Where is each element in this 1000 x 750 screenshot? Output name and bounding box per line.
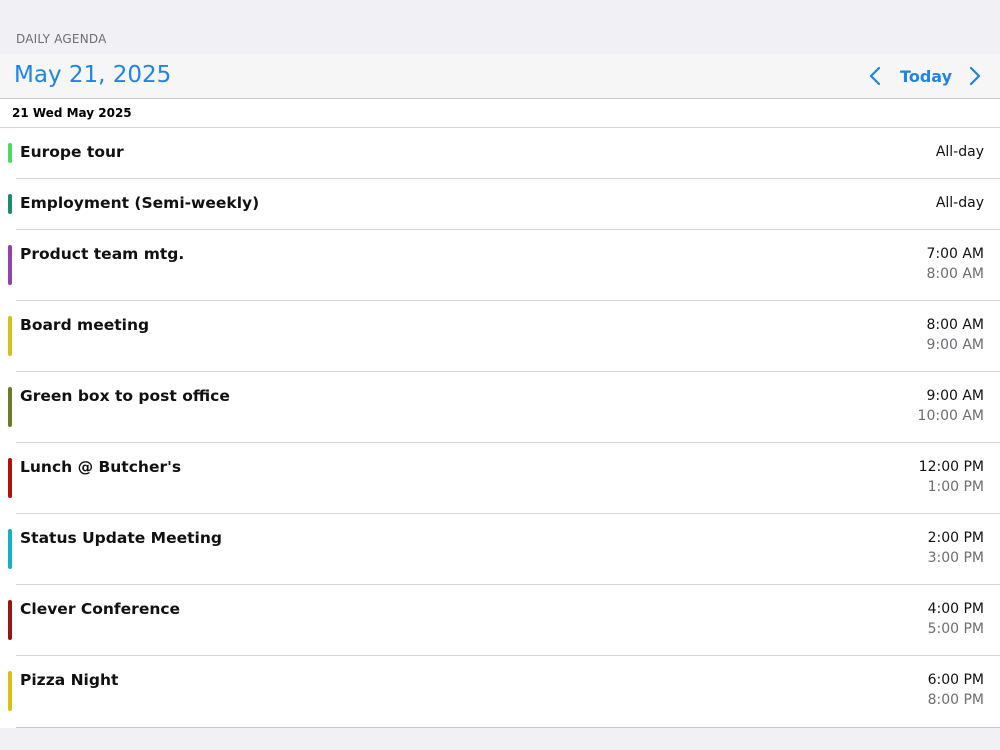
event-row[interactable]: Board meeting 8:00 AM 9:00 AM: [0, 301, 1000, 372]
event-end-time: 8:00 PM: [927, 692, 984, 708]
event-title: Lunch @ Butcher's: [20, 458, 182, 476]
event-row[interactable]: Lunch @ Butcher's 12:00 PM 1:00 PM: [0, 443, 1000, 514]
agenda-list: 21 Wed May 2025 Europe tour All-day Employ…: [0, 99, 1000, 728]
event-title: Employment (Semi-weekly): [20, 194, 260, 212]
event-row[interactable]: Clever Conference 4:00 PM 5:00 PM: [0, 585, 1000, 656]
event-title: Green box to post office: [20, 387, 230, 405]
event-all-day-label: All-day: [935, 144, 984, 160]
event-row[interactable]: Product team mtg. 7:00 AM 8:00 AM: [0, 230, 1000, 301]
event-start-time: 9:00 AM: [926, 388, 984, 404]
event-color-bar: [8, 458, 12, 498]
event-title: Board meeting: [20, 316, 150, 334]
event-color-bar: [8, 671, 12, 711]
event-row[interactable]: Status Update Meeting 2:00 PM 3:00 PM: [0, 514, 1000, 585]
prev-day-button[interactable]: [864, 64, 886, 88]
chevron-right-icon: [969, 67, 981, 85]
daily-agenda-app: DAILY AGENDA May 21, 2025 Today 21 Wed M…: [0, 0, 1000, 750]
separator-inset: [0, 727, 16, 728]
event-color-bar: [8, 143, 12, 163]
day-header: 21 Wed May 2025: [0, 99, 1000, 128]
event-color-bar: [8, 529, 12, 569]
event-color-bar: [8, 194, 12, 214]
event-row[interactable]: Employment (Semi-weekly) All-day: [0, 179, 1000, 230]
event-start-time: 12:00 PM: [918, 459, 984, 475]
event-row[interactable]: Pizza Night 6:00 PM 8:00 PM: [0, 656, 1000, 728]
event-title: Clever Conference: [20, 600, 181, 618]
event-end-time: 1:00 PM: [927, 479, 984, 495]
event-color-bar: [8, 600, 12, 640]
event-end-time: 9:00 AM: [926, 337, 984, 353]
event-title: Product team mtg.: [20, 245, 185, 263]
event-title: Pizza Night: [20, 671, 119, 689]
date-title[interactable]: May 21, 2025: [14, 62, 171, 88]
event-list: Europe tour All-day Employment (Semi-weekl…: [0, 128, 1000, 728]
event-start-time: 4:00 PM: [927, 601, 984, 617]
event-color-bar: [8, 245, 12, 285]
event-start-time: 7:00 AM: [926, 246, 984, 262]
event-color-bar: [8, 387, 12, 427]
event-start-time: 8:00 AM: [926, 317, 984, 333]
section-label: DAILY AGENDA: [16, 32, 107, 46]
event-end-time: 8:00 AM: [926, 266, 984, 282]
event-row[interactable]: Europe tour All-day: [0, 128, 1000, 179]
today-button[interactable]: Today: [900, 67, 952, 86]
event-title: Status Update Meeting: [20, 529, 222, 547]
event-end-time: 3:00 PM: [927, 550, 984, 566]
event-color-bar: [8, 316, 12, 356]
event-start-time: 2:00 PM: [927, 530, 984, 546]
event-end-time: 10:00 AM: [917, 408, 984, 424]
date-navigation: Today: [864, 64, 986, 88]
event-all-day-label: All-day: [935, 195, 984, 211]
agenda-header: May 21, 2025 Today: [0, 54, 1000, 99]
event-end-time: 5:00 PM: [927, 621, 984, 637]
event-start-time: 6:00 PM: [927, 672, 984, 688]
next-day-button[interactable]: [964, 64, 986, 88]
event-row[interactable]: Green box to post office 9:00 AM 10:00 AM: [0, 372, 1000, 443]
event-title: Europe tour: [20, 143, 124, 161]
chevron-left-icon: [869, 67, 881, 85]
